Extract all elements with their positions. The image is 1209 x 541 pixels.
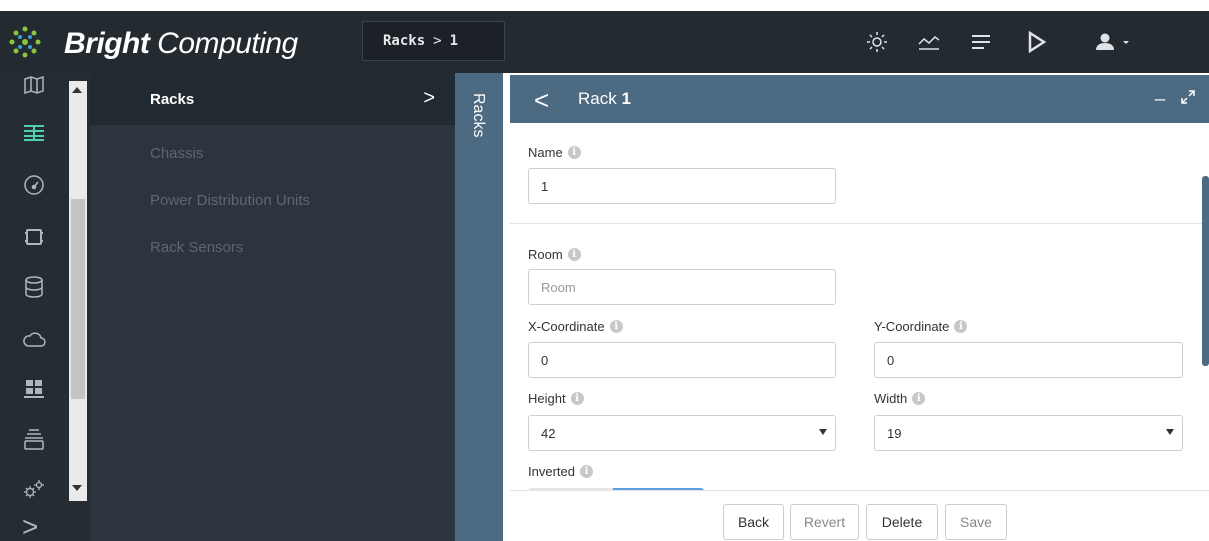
breadcrumb-racks[interactable]: Racks — [383, 33, 425, 49]
nav-item-label: Rack Sensors — [150, 238, 244, 256]
dashboard-gauge-icon[interactable] — [22, 173, 46, 197]
nav-item-label: Racks — [150, 90, 195, 108]
user-icon[interactable] — [1086, 27, 1136, 57]
info-icon[interactable]: i — [954, 320, 968, 333]
racks-side-tab[interactable]: Racks — [455, 73, 503, 541]
database-icon[interactable] — [22, 275, 46, 299]
minimize-icon[interactable]: _ — [1155, 81, 1165, 102]
save-button[interactable]: Save — [945, 504, 1007, 540]
info-icon[interactable]: i — [567, 248, 581, 261]
y-coordinate-label: Y-Coordinate i — [874, 319, 968, 334]
monitoring-chart-icon[interactable] — [914, 27, 944, 57]
gears-icon[interactable] — [22, 477, 46, 501]
back-button[interactable]: Back — [723, 504, 784, 540]
brand-name: Bright Computing — [64, 27, 298, 60]
panel-title: Rack 1 — [578, 89, 631, 108]
height-select[interactable]: 42 — [528, 415, 836, 451]
y-coordinate-field[interactable] — [874, 342, 1183, 378]
breadcrumb-separator: > — [433, 33, 442, 49]
racks-icon[interactable] — [22, 121, 46, 145]
icon-sidebar: > — [0, 73, 90, 541]
scrollbar-thumb[interactable] — [71, 199, 85, 399]
chevron-down-icon — [819, 429, 827, 435]
chevron-down-icon — [1166, 429, 1174, 435]
nav-item-label: Power Distribution Units — [150, 191, 311, 209]
nav-item-chassis[interactable]: Chassis — [90, 127, 455, 179]
bright-logo-icon — [9, 26, 41, 58]
chevron-right-icon: > — [423, 87, 435, 109]
height-label: Height i — [528, 391, 584, 406]
form-divider — [510, 223, 1209, 224]
form-footer: Back Revert Delete Save — [510, 490, 1209, 541]
info-icon[interactable]: i — [609, 320, 623, 333]
height-select-value: 42 — [541, 425, 556, 441]
top-header: Bright Computing Racks > 1 — [0, 11, 1209, 73]
sidebar-scrollbar[interactable] — [69, 81, 87, 501]
inverted-label: Inverted i — [528, 464, 593, 479]
info-icon[interactable]: i — [567, 146, 581, 159]
scroll-down-arrow-icon[interactable] — [72, 485, 82, 491]
info-icon[interactable]: i — [579, 465, 593, 478]
name-field[interactable] — [528, 168, 836, 204]
maximize-icon[interactable] — [1180, 89, 1196, 105]
width-select[interactable]: 19 — [874, 415, 1183, 451]
x-coordinate-field[interactable] — [528, 342, 836, 378]
delete-button[interactable]: Delete — [866, 504, 938, 540]
top-strip — [0, 0, 1209, 11]
room-field[interactable] — [528, 269, 836, 305]
name-label: Name i — [528, 145, 581, 160]
nav-item-racks[interactable]: Racks > — [90, 73, 455, 125]
nav-item-rack-sensors[interactable]: Rack Sensors — [90, 221, 455, 273]
panel-header: < Rack 1 _ — [510, 75, 1209, 123]
scroll-up-arrow-icon[interactable] — [72, 87, 82, 93]
nav-item-label: Chassis — [150, 144, 204, 162]
nav-panel: Racks > Chassis Power Distribution Units… — [90, 73, 455, 541]
breadcrumb-rack-1[interactable]: 1 — [450, 33, 458, 49]
x-coordinate-label: X-Coordinate i — [528, 319, 623, 334]
run-play-icon[interactable] — [1022, 27, 1052, 57]
stack-icon[interactable] — [22, 427, 46, 451]
grid-icon[interactable] — [22, 376, 46, 400]
info-icon[interactable]: i — [912, 392, 926, 405]
devices-icon[interactable] — [22, 225, 46, 249]
room-label: Room i — [528, 247, 581, 262]
map-icon[interactable] — [22, 73, 46, 97]
settings-icon[interactable] — [862, 27, 892, 57]
events-list-icon[interactable] — [966, 27, 996, 57]
cloud-icon[interactable] — [22, 327, 46, 351]
back-chevron-icon[interactable]: < — [534, 85, 549, 116]
rack-detail-panel: < Rack 1 _ Namei Roomi X-Coordinatei Y-C… — [510, 73, 1209, 541]
width-select-value: 19 — [887, 425, 902, 441]
app-window: Bright Computing Racks > 1 > Racks > Cha… — [0, 0, 1209, 541]
expand-sidebar-chevron-icon[interactable]: > — [22, 511, 38, 541]
rack-form: Namei Roomi X-Coordinatei Y-Coordinatei … — [510, 123, 1209, 490]
form-scrollbar[interactable] — [1202, 176, 1209, 366]
racks-side-tab-label: Racks — [470, 93, 487, 138]
width-label: Width i — [874, 391, 926, 406]
breadcrumb[interactable]: Racks > 1 — [362, 21, 505, 61]
info-icon[interactable]: i — [570, 392, 584, 405]
revert-button[interactable]: Revert — [790, 504, 859, 540]
nav-item-power-distribution-units[interactable]: Power Distribution Units — [90, 174, 455, 226]
